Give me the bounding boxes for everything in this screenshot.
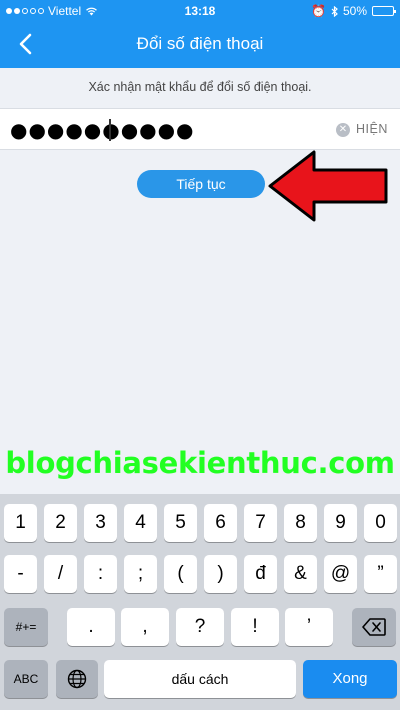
bluetooth-icon bbox=[331, 5, 338, 17]
key-0[interactable]: 0 bbox=[364, 504, 397, 542]
password-value: ●●●●●●●●●● bbox=[10, 118, 195, 142]
password-field[interactable]: ●●●●●●●●●● ✕ HIỆN bbox=[0, 108, 400, 150]
key-3[interactable]: 3 bbox=[84, 504, 117, 542]
navigation-bar: Đổi số điện thoại bbox=[0, 22, 400, 68]
key-4[interactable]: 4 bbox=[124, 504, 157, 542]
key-5[interactable]: 5 bbox=[164, 504, 197, 542]
globe-icon bbox=[67, 669, 87, 689]
battery-percent: 50% bbox=[342, 4, 367, 18]
clear-icon[interactable]: ✕ bbox=[336, 123, 350, 137]
key-2[interactable]: 2 bbox=[44, 504, 77, 542]
status-right: ⏰ 50% bbox=[311, 4, 396, 18]
status-bar: Viettel 13:18 ⏰ 50% bbox=[0, 0, 400, 22]
key-quote[interactable]: ” bbox=[364, 555, 397, 593]
key-close-paren[interactable]: ) bbox=[204, 555, 237, 593]
key-8[interactable]: 8 bbox=[284, 504, 317, 542]
key-7[interactable]: 7 bbox=[244, 504, 277, 542]
text-cursor bbox=[109, 119, 111, 141]
key-colon[interactable]: : bbox=[84, 555, 117, 593]
globe-key[interactable] bbox=[56, 660, 98, 698]
keyboard: 1 2 3 4 5 6 7 8 9 0 - / : ; ( ) đ & @ ” … bbox=[0, 494, 400, 710]
key-period[interactable]: . bbox=[67, 608, 115, 646]
top-bar: Viettel 13:18 ⏰ 50% Đổi số điện thoại bbox=[0, 0, 400, 68]
alarm-icon: ⏰ bbox=[311, 4, 326, 18]
red-arrow-icon bbox=[268, 150, 388, 222]
battery-icon bbox=[372, 6, 396, 16]
key-1[interactable]: 1 bbox=[4, 504, 37, 542]
key-hyphen[interactable]: - bbox=[4, 555, 37, 593]
symbols-key[interactable]: #+= bbox=[4, 608, 48, 646]
key-question[interactable]: ? bbox=[176, 608, 224, 646]
key-comma[interactable]: , bbox=[121, 608, 169, 646]
delete-key[interactable] bbox=[352, 608, 396, 646]
key-dong[interactable]: đ bbox=[244, 555, 277, 593]
key-semicolon[interactable]: ; bbox=[124, 555, 157, 593]
key-open-paren[interactable]: ( bbox=[164, 555, 197, 593]
key-9[interactable]: 9 bbox=[324, 504, 357, 542]
watermark-text: blogchiasekienthuc.com bbox=[5, 446, 395, 480]
page-title: Đổi số điện thoại bbox=[136, 34, 264, 53]
key-slash[interactable]: / bbox=[44, 555, 77, 593]
key-at[interactable]: @ bbox=[324, 555, 357, 593]
backspace-icon bbox=[362, 618, 386, 636]
show-password-button[interactable]: HIỆN bbox=[356, 122, 388, 136]
key-6[interactable]: 6 bbox=[204, 504, 237, 542]
space-key[interactable]: dấu cách bbox=[104, 660, 296, 698]
done-key[interactable]: Xong bbox=[303, 660, 397, 698]
abc-key[interactable]: ABC bbox=[4, 660, 48, 698]
instruction-text: Xác nhận mật khẩu để đổi số điện thoại. bbox=[88, 80, 312, 94]
key-ampersand[interactable]: & bbox=[284, 555, 317, 593]
key-apostrophe[interactable]: ’ bbox=[285, 608, 333, 646]
continue-button[interactable]: Tiếp tục bbox=[137, 170, 265, 198]
key-exclamation[interactable]: ! bbox=[231, 608, 279, 646]
